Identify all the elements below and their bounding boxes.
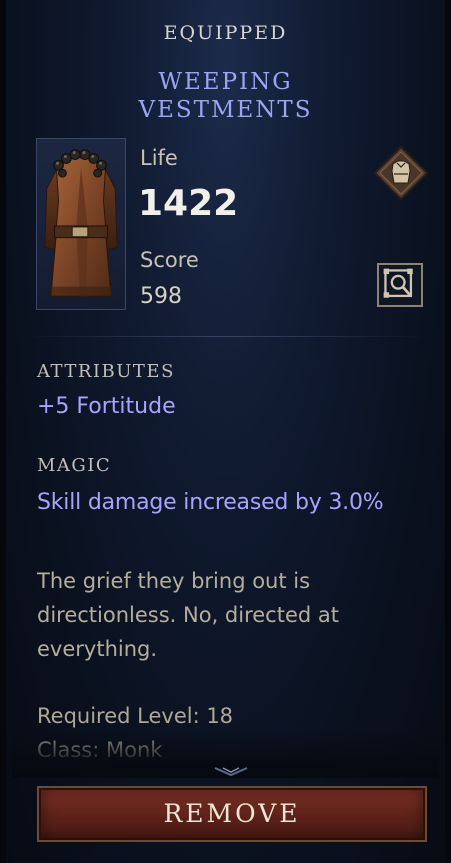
flavor-text: The grief they bring out is directionles… xyxy=(37,569,339,661)
scroll-down-indicator[interactable] xyxy=(211,764,251,778)
item-name-line-1: WEEPING xyxy=(158,69,293,95)
life-label: Life xyxy=(140,146,178,170)
equipped-header: EQUIPPED xyxy=(163,22,288,44)
chest-armor-slot-icon xyxy=(373,145,429,201)
magic-affix-line: Skill damage increased by 3.0% xyxy=(37,490,384,515)
remove-button[interactable]: REMOVE xyxy=(37,786,427,842)
inspect-compare-icon xyxy=(383,268,413,298)
required-level: Required Level: 18 xyxy=(37,704,234,728)
section-divider xyxy=(24,336,427,337)
score-value: 598 xyxy=(140,284,182,309)
inspect-compare-button[interactable] xyxy=(377,263,423,307)
item-tooltip-panel: EQUIPPED WEEPING VESTMENTS Life 1422 Sco… xyxy=(0,0,451,863)
attributes-title: ATTRIBUTES xyxy=(37,361,175,382)
magic-title: MAGIC xyxy=(37,455,112,476)
robe-armor-icon xyxy=(44,149,118,298)
item-portrait[interactable] xyxy=(36,138,126,310)
attribute-line: +5 Fortitude xyxy=(37,394,176,419)
item-name-line-2: VESTMENTS xyxy=(138,97,313,123)
score-label: Score xyxy=(140,248,199,272)
life-value: 1422 xyxy=(138,183,239,224)
chevron-down-icon xyxy=(214,767,248,777)
item-name: WEEPING VESTMENTS xyxy=(6,68,445,124)
